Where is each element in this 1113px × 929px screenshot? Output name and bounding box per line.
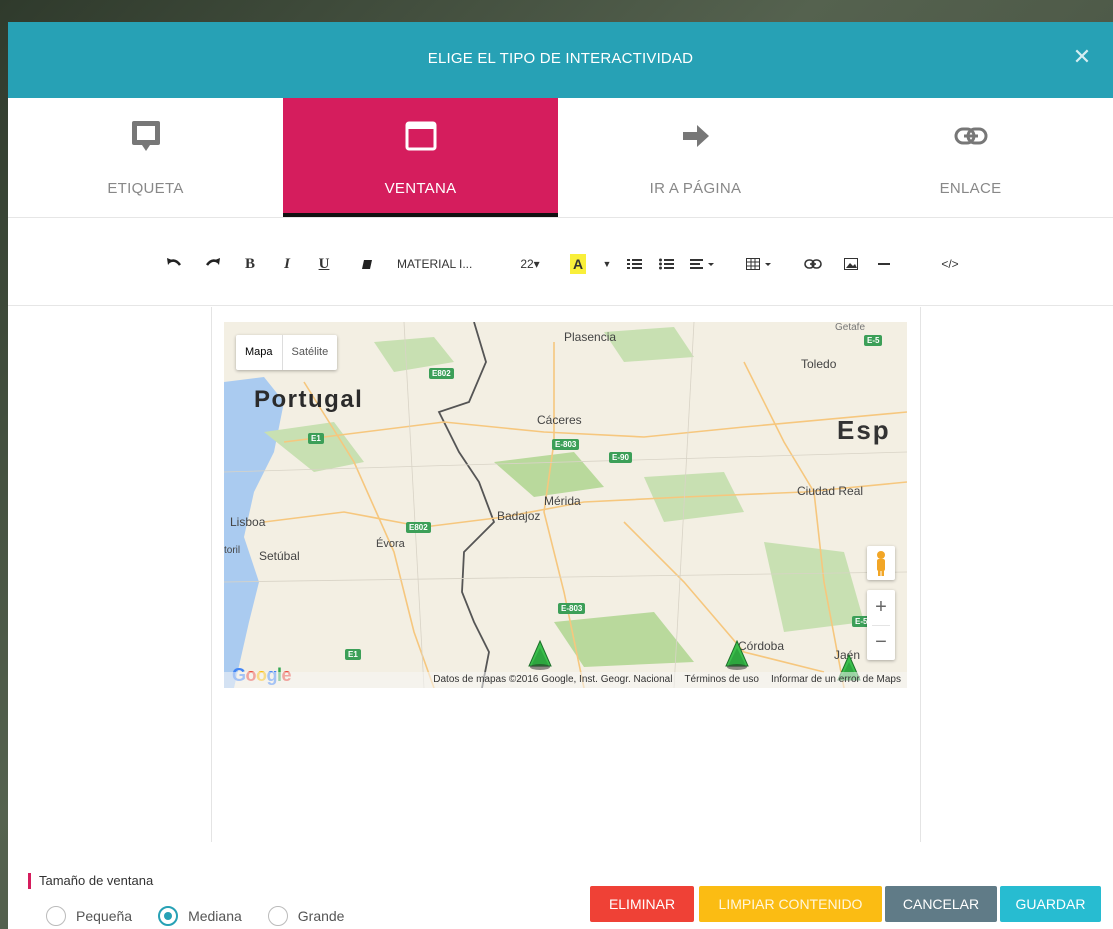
road-shield: E1: [345, 649, 361, 660]
zoom-out-button[interactable]: −: [867, 625, 895, 660]
bold-icon[interactable]: B: [242, 254, 258, 274]
radio-pequena[interactable]: Pequeña: [46, 906, 132, 926]
map-label-estoril: toril: [224, 545, 241, 556]
interactivity-type-tabs: ETIQUETA VENTANA IR A PÁGINA ENLACE: [8, 98, 1113, 218]
ordered-list-icon[interactable]: [626, 254, 642, 274]
tab-ir-a-pagina[interactable]: IR A PÁGINA: [558, 98, 833, 217]
road-shield: E802: [429, 368, 454, 379]
map-label-portugal: Portugal: [254, 386, 364, 413]
road-shield: E802: [406, 522, 431, 533]
tab-enlace[interactable]: ENLACE: [833, 98, 1108, 217]
road-shield: E-5: [864, 335, 883, 346]
font-family-select[interactable]: MATERIAL I...: [397, 254, 477, 274]
map-zoom-control: + −: [867, 590, 895, 660]
tab-label: ENLACE: [939, 180, 1002, 197]
radio-label: Grande: [297, 908, 345, 924]
map-label-setubal: Setúbal: [259, 549, 300, 563]
window-size-label: Tamaño de ventana: [28, 873, 153, 889]
map-label-getafe: Getafe: [835, 322, 866, 333]
map-report-link[interactable]: Informar de un error de Maps: [765, 672, 907, 688]
map-label-ciudad-real: Ciudad Real: [797, 484, 864, 498]
road-shield: E-803: [558, 603, 586, 614]
map-label-lisboa: Lisboa: [230, 515, 266, 529]
road-shield: E-90: [609, 452, 632, 463]
map-label-badajoz: Badajoz: [497, 509, 541, 523]
close-icon[interactable]: ✕: [1071, 46, 1093, 68]
radio-mediana[interactable]: Mediana: [158, 906, 242, 926]
map-label-merida: Mérida: [544, 494, 581, 508]
map-type-mapa[interactable]: Mapa: [236, 335, 282, 370]
tree-marker-icon[interactable]: [526, 640, 554, 670]
chevron-down-icon[interactable]: ▼: [602, 254, 612, 274]
map-attribution: Datos de mapas ©2016 Google, Inst. Geogr…: [433, 674, 673, 685]
tab-ventana[interactable]: VENTANA: [283, 98, 558, 217]
image-icon[interactable]: [843, 254, 859, 274]
map-type-control: Mapa Satélite: [236, 335, 338, 370]
radio-circle[interactable]: [46, 906, 66, 926]
map-type-satelite[interactable]: Satélite: [283, 335, 338, 370]
arrow-right-icon: [682, 125, 709, 147]
map-label-toledo: Toledo: [801, 357, 837, 371]
embedded-map[interactable]: Portugal Esp Plasencia Getafe Toledo Các…: [224, 322, 907, 688]
radio-grande[interactable]: Grande: [267, 906, 345, 926]
radio-label: Mediana: [188, 908, 242, 924]
zoom-in-button[interactable]: +: [867, 590, 895, 625]
undo-icon[interactable]: [165, 254, 183, 274]
tab-label: IR A PÁGINA: [649, 180, 742, 197]
map-label-caceres: Cáceres: [537, 413, 582, 427]
interactivity-dialog: ELIGE EL TIPO DE INTERACTIVIDAD ✕ ETIQUE…: [8, 22, 1113, 929]
link-icon: [954, 127, 987, 145]
window-size-options: Pequeña Mediana Grande: [46, 906, 370, 926]
save-button[interactable]: GUARDAR: [1000, 886, 1101, 922]
map-attribution-bar: Datos de mapas ©2016 Google, Inst. Geogr…: [224, 672, 907, 688]
align-icon[interactable]: [689, 254, 719, 274]
map-label-evora: Évora: [376, 538, 405, 550]
link-icon[interactable]: [804, 254, 822, 274]
map-label-espana: Esp: [837, 415, 891, 445]
redo-icon[interactable]: [204, 254, 222, 274]
road-shield: E-803: [552, 439, 580, 450]
tab-etiqueta[interactable]: ETIQUETA: [8, 98, 283, 217]
font-size-select[interactable]: 22▾: [517, 254, 543, 274]
radio-circle[interactable]: [267, 906, 288, 926]
tree-marker-icon[interactable]: [723, 640, 751, 670]
underline-icon[interactable]: U: [317, 254, 331, 274]
eraser-icon[interactable]: [360, 254, 374, 274]
cancel-button[interactable]: CANCELAR: [885, 886, 997, 922]
tab-label: ETIQUETA: [107, 180, 184, 197]
table-icon[interactable]: [745, 254, 777, 274]
horizontal-rule-icon[interactable]: [877, 254, 891, 274]
road-shield: E1: [308, 433, 324, 444]
map-label-plasencia: Plasencia: [564, 330, 617, 344]
label-icon: [131, 121, 160, 151]
street-view-pegman-icon[interactable]: [867, 546, 895, 580]
map-terms-link[interactable]: Términos de uso: [678, 672, 764, 688]
zoom-divider: [872, 625, 890, 626]
clear-content-button[interactable]: LIMPIAR CONTENIDO: [699, 886, 882, 922]
delete-button[interactable]: ELIMINAR: [590, 886, 694, 922]
text-color-icon[interactable]: A: [570, 254, 586, 274]
italic-icon[interactable]: I: [280, 254, 294, 274]
radio-label: Pequeña: [76, 908, 133, 924]
dialog-header: ELIGE EL TIPO DE INTERACTIVIDAD ✕: [8, 22, 1113, 98]
window-icon: [405, 121, 436, 151]
code-view-button[interactable]: </>: [936, 254, 964, 274]
unordered-list-icon[interactable]: [658, 254, 674, 274]
radio-circle[interactable]: [158, 906, 179, 926]
editor-toolbar: B I U MATERIAL I... 22▾ A ▼ </>: [8, 218, 1113, 306]
dialog-footer: Tamaño de ventana Pequeña Mediana Grande…: [8, 842, 1113, 929]
dialog-title: ELIGE EL TIPO DE INTERACTIVIDAD: [427, 50, 694, 67]
tab-label: VENTANA: [384, 180, 457, 197]
